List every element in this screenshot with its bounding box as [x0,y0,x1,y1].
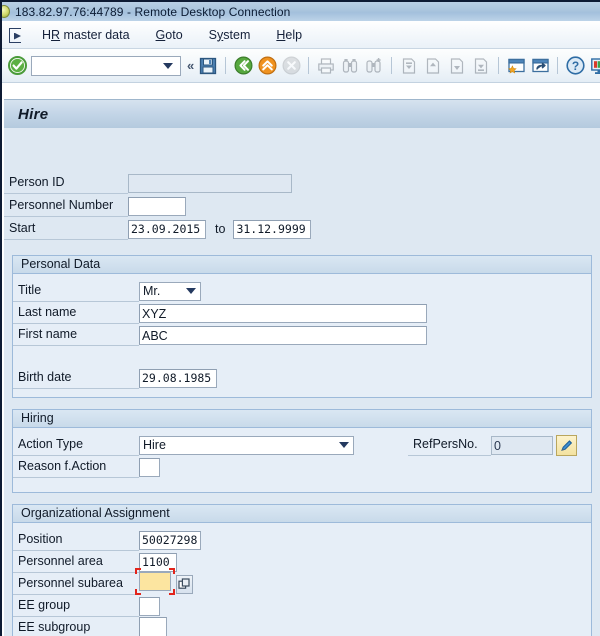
reason-for-action-field[interactable] [139,457,160,477]
action-type-label: Action Type [13,434,139,456]
row-first-name: First name ABC [13,324,427,346]
row-action-type: Action Type Hire [13,434,354,456]
row-position: Position 50027298 [13,529,201,551]
row-last-name: Last name XYZ [13,302,427,324]
screen-canvas: Person ID Personnel Number Start 23.09.2… [4,160,600,636]
enter-check-icon[interactable] [6,55,28,77]
row-ref-pers-no: RefPersNo. 0 [408,434,577,456]
toolbar-separator [225,57,227,74]
to-label: to [215,222,226,236]
row-ee-subgroup: EE subgroup [13,617,167,636]
group-hiring: Hiring Action Type Hire Reason f.Action … [12,409,592,493]
shortcut-arrow-icon[interactable] [529,55,551,77]
toolbar-separator [391,57,393,74]
first-page-icon [398,55,420,77]
ee-group-field[interactable] [139,596,160,616]
field-focus-indicator [135,568,175,595]
position-label: Position [13,529,139,551]
to-date-field[interactable]: 31.12.9999 [233,219,312,239]
cancel-x-icon [280,55,302,77]
ee-group-label: EE group [13,595,139,617]
personnel-subarea-label: Personnel subarea [13,573,139,595]
chevron-down-icon[interactable] [160,62,176,69]
start-label: Start [4,218,128,240]
customize-monitor-icon[interactable] [588,55,600,77]
row-ee-group: EE group [13,595,160,617]
chevron-down-icon [339,442,349,448]
ee-subgroup-label: EE subgroup [13,617,139,636]
row-birth-date: Birth date 29.08.1985 [13,367,217,389]
toolbar-separator [557,57,559,74]
organizational-assignment-title: Organizational Assignment [13,505,591,523]
menu-item-system[interactable]: System [199,26,261,44]
row-title: Title Mr. [13,280,201,302]
exit-orange-arrow-icon[interactable] [256,55,278,77]
screen-title-band: Hire [4,99,600,128]
application-toolbar: « ? [2,49,600,83]
toolbar-separator [498,57,500,74]
command-input[interactable] [32,57,160,74]
title-dropdown[interactable]: Mr. [139,281,201,301]
first-name-field[interactable]: ABC [139,325,427,345]
sap-gui-window: 183.82.97.76:44789 - Remote Desktop Conn… [0,0,600,636]
last-name-field[interactable]: XYZ [139,303,427,323]
person-id-label: Person ID [4,172,128,194]
row-personnel-number: Personnel Number [4,195,186,217]
reason-for-action-label: Reason f.Action [13,456,139,478]
row-personnel-subarea: Personnel subarea [13,568,193,595]
menu-item-help[interactable]: Help [266,26,312,44]
action-type-dropdown[interactable]: Hire [139,435,354,455]
double-chevron-left-icon[interactable]: « [185,58,196,73]
birth-date-label: Birth date [13,367,139,389]
person-id-field[interactable] [128,173,292,193]
hiring-title: Hiring [13,410,591,428]
window-titlebar: 183.82.97.76:44789 - Remote Desktop Conn… [2,0,600,21]
ee-subgroup-field[interactable] [139,617,167,636]
ref-pers-no-label: RefPersNo. [408,434,491,456]
personnel-number-field[interactable] [128,196,186,216]
ref-pers-no-field[interactable]: 0 [491,435,553,455]
personnel-number-label: Personnel Number [4,195,128,217]
menu-bar: HR master data Goto System Help [2,21,600,49]
remote-desktop-icon [2,5,10,18]
next-page-icon [446,55,468,77]
group-organizational-assignment: Organizational Assignment Position 50027… [12,504,592,636]
row-reason-for-action: Reason f.Action [13,456,160,478]
title-subband [4,128,600,160]
row-start-date: Start 23.09.2015 to 31.12.9999 [4,218,312,240]
first-name-label: First name [13,324,139,346]
group-personal-data: Personal Data Title Mr. Last name XYZ Fi… [12,255,592,398]
chevron-down-icon [186,288,196,294]
svg-text:?: ? [572,59,579,73]
command-field[interactable] [31,55,181,76]
back-green-arrow-icon[interactable] [232,55,254,77]
personal-data-title: Personal Data [13,256,591,274]
sap-system-menu-icon[interactable] [6,27,24,43]
position-field[interactable]: 50027298 [139,530,201,550]
pencil-edit-icon[interactable] [556,434,577,456]
last-name-label: Last name [13,302,139,324]
title-label: Title [13,280,139,302]
printer-icon [315,55,337,77]
start-date-field[interactable]: 23.09.2015 [128,219,206,239]
window-title: 183.82.97.76:44789 - Remote Desktop Conn… [15,4,291,19]
save-floppy-icon[interactable] [197,55,219,77]
action-type-dropdown-value: Hire [143,438,166,452]
toolbar-separator [308,57,310,74]
new-session-star-icon[interactable] [505,55,527,77]
menu-item-goto[interactable]: Goto [146,26,193,44]
binoculars-find-icon [339,55,361,77]
search-help-icon[interactable] [176,574,193,594]
question-mark-help-icon[interactable]: ? [564,55,586,77]
birth-date-field[interactable]: 29.08.1985 [139,368,217,388]
menu-item-hr-master-data[interactable]: HR master data [32,26,140,44]
last-page-icon [470,55,492,77]
page-title: Hire [18,105,49,123]
row-person-id: Person ID [4,172,292,194]
previous-page-icon [422,55,444,77]
binoculars-plus-icon [363,55,385,77]
personnel-area-label: Personnel area [13,551,139,573]
title-dropdown-value: Mr. [143,284,161,298]
